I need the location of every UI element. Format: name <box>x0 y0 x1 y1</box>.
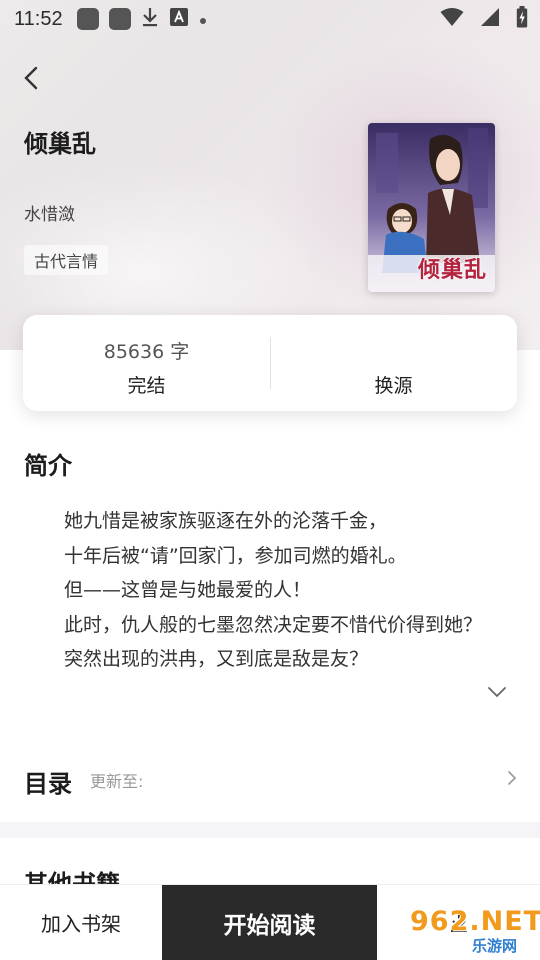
word-count-section: 85636 字 完结 <box>23 315 270 411</box>
book-author[interactable]: 水惜潋 <box>24 200 75 225</box>
watermark-subtext: 乐游网 <box>472 937 518 955</box>
book-title: 倾巢乱 <box>24 130 96 158</box>
status-time: 11:52 <box>14 7 63 30</box>
back-button[interactable] <box>18 62 46 94</box>
back-arrow-icon <box>24 66 38 90</box>
signal-icon <box>480 7 500 32</box>
add-to-shelf-button[interactable]: 加入书架 <box>0 885 162 960</box>
intro-line: 她九惜是被家族驱逐在外的沦落千金， <box>64 510 388 532</box>
app-icon <box>108 8 131 30</box>
dot-icon <box>199 8 207 30</box>
chevron-right-icon[interactable] <box>506 769 518 787</box>
change-source-button[interactable]: 换源 <box>270 371 517 398</box>
battery-charging-icon <box>516 5 528 33</box>
book-cover[interactable]: 倾巢乱 <box>368 123 495 292</box>
toc-update-label: 更新至: <box>90 772 144 791</box>
intro-line: 十年后被“请”回家门，参加司燃的婚礼。 <box>64 544 407 567</box>
intro-line: 此时，仇人般的七墨忽然决定要不惜代价得到她？ <box>64 613 483 636</box>
book-info-card: 85636 字 完结 换源 <box>23 315 517 411</box>
section-divider <box>0 822 540 838</box>
site-watermark: 962.NET 乐游网 <box>400 906 540 956</box>
intro-title: 简介 <box>24 452 72 480</box>
cover-title-text: 倾巢乱 <box>417 257 487 283</box>
chevron-down-icon[interactable] <box>486 684 508 700</box>
word-count: 85636 字 <box>103 341 190 363</box>
intro-text: 她九惜是被家族驱逐在外的沦落千金， 十年后被“请”回家门，参加司燃的婚礼。 但—… <box>64 504 524 677</box>
text-icon <box>169 7 189 32</box>
change-source-section[interactable]: 换源 <box>270 315 517 411</box>
app-icon <box>76 8 99 30</box>
status-bar: 11:52 <box>0 0 540 38</box>
start-reading-button[interactable]: 开始阅读 <box>162 885 377 960</box>
wifi-icon <box>440 7 464 32</box>
intro-line: 突然出现的洪冉，又到底是敌是友？ <box>64 648 369 670</box>
watermark-text: 962.NET <box>410 906 540 937</box>
intro-line: 但——这曾是与她最爱的人！ <box>64 579 312 601</box>
download-icon <box>141 6 159 33</box>
book-category-tag[interactable]: 古代言情 <box>24 245 109 275</box>
completion-status: 完结 <box>127 375 166 397</box>
toc-title[interactable]: 目录 <box>24 764 72 799</box>
